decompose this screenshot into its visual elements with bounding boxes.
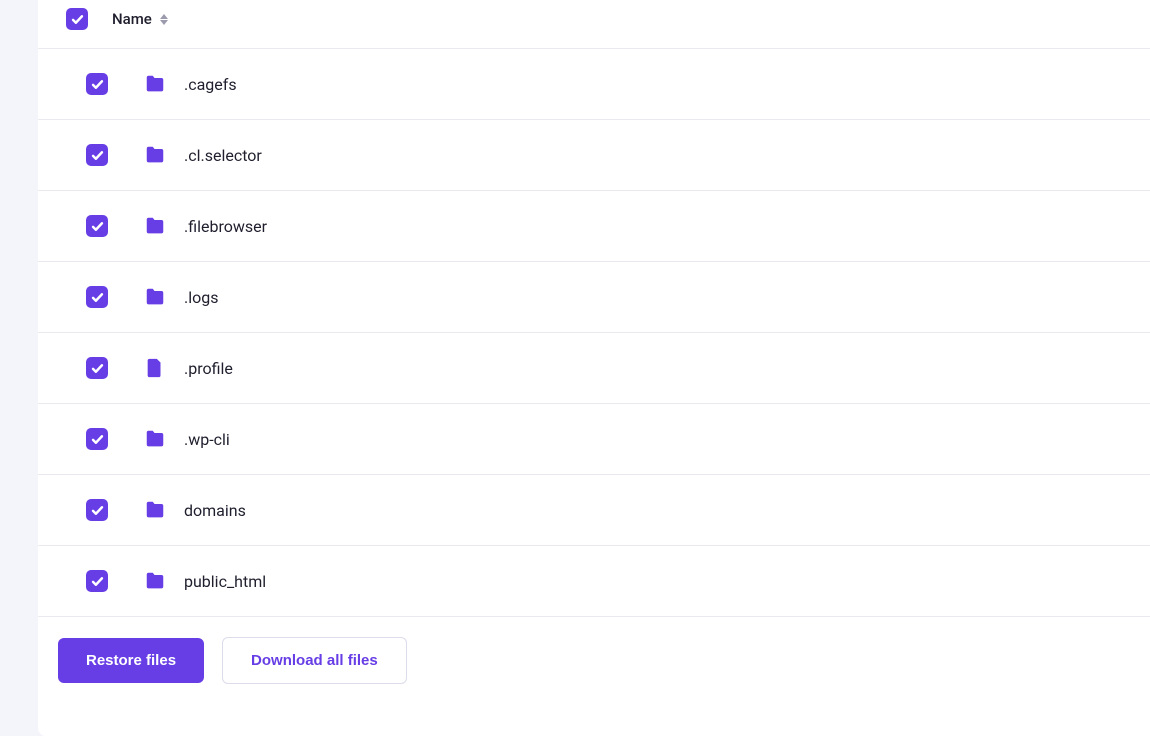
file-list: .cagefs .cl.selector .filebrowser .logs .pro… [38, 49, 1150, 617]
row-checkbox[interactable] [86, 215, 108, 237]
name-cell: .filebrowser [144, 215, 267, 237]
folder-icon [144, 570, 166, 592]
item-name: public_html [184, 572, 266, 591]
column-header-name-label: Name [112, 10, 152, 28]
row-checkbox[interactable] [86, 428, 108, 450]
sort-icon [160, 14, 168, 25]
table-header: Name [38, 0, 1150, 49]
item-name: .cl.selector [184, 146, 262, 165]
select-all-checkbox[interactable] [66, 8, 88, 30]
item-name: .cagefs [184, 75, 237, 94]
file-backup-panel: Name .cagefs .cl.selector .filebrowser .log… [38, 0, 1150, 736]
item-name: .logs [184, 288, 218, 307]
folder-icon [144, 428, 166, 450]
download-all-files-button[interactable]: Download all files [222, 637, 407, 684]
row-checkbox[interactable] [86, 499, 108, 521]
name-cell: public_html [144, 570, 266, 592]
name-cell: .profile [144, 357, 233, 379]
row-checkbox[interactable] [86, 357, 108, 379]
folder-icon [144, 73, 166, 95]
table-row[interactable]: .cagefs [38, 49, 1150, 120]
item-name: .wp-cli [184, 430, 230, 449]
row-checkbox[interactable] [86, 570, 108, 592]
folder-icon [144, 144, 166, 166]
name-cell: .wp-cli [144, 428, 230, 450]
column-header-name[interactable]: Name [112, 10, 168, 28]
item-name: .filebrowser [184, 217, 267, 236]
item-name: .profile [184, 359, 233, 378]
name-cell: .cl.selector [144, 144, 262, 166]
restore-files-button[interactable]: Restore files [58, 638, 204, 683]
name-cell: .logs [144, 286, 218, 308]
row-checkbox[interactable] [86, 144, 108, 166]
table-row[interactable]: domains [38, 475, 1150, 546]
table-row[interactable]: .wp-cli [38, 404, 1150, 475]
action-bar: Restore files Download all files [38, 617, 1150, 704]
name-cell: .cagefs [144, 73, 237, 95]
item-name: domains [184, 501, 246, 520]
file-icon [144, 357, 166, 379]
row-checkbox[interactable] [86, 73, 108, 95]
table-row[interactable]: public_html [38, 546, 1150, 617]
folder-icon [144, 215, 166, 237]
table-row[interactable]: .cl.selector [38, 120, 1150, 191]
table-row[interactable]: .logs [38, 262, 1150, 333]
table-row[interactable]: .filebrowser [38, 191, 1150, 262]
row-checkbox[interactable] [86, 286, 108, 308]
name-cell: domains [144, 499, 246, 521]
folder-icon [144, 286, 166, 308]
folder-icon [144, 499, 166, 521]
table-row[interactable]: .profile [38, 333, 1150, 404]
